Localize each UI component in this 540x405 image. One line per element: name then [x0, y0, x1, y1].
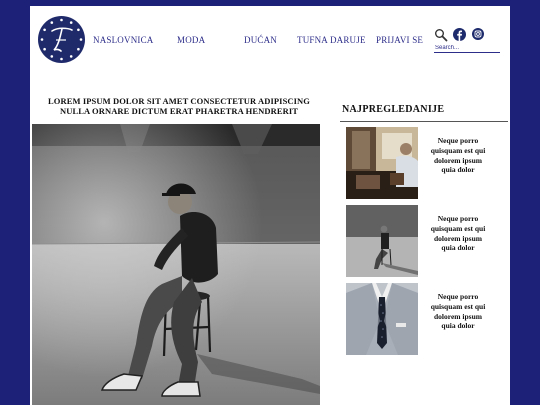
- post-thumb-2[interactable]: [346, 205, 418, 277]
- nav-tufna-daruje[interactable]: TUFNA DARUJE: [297, 35, 366, 45]
- nav-ducan[interactable]: DUĆAN: [244, 35, 277, 45]
- logo[interactable]: [38, 16, 85, 63]
- article-title-line1: LOREM IPSUM DOLOR SIT AMET CONSECTETUR A…: [48, 96, 310, 106]
- sidebar-title: NAJPREGLEDANIJE: [342, 104, 445, 115]
- post-text-1[interactable]: Neque porro quisquam est qui dolorem ips…: [428, 136, 488, 175]
- facebook-icon[interactable]: [453, 28, 466, 41]
- post-thumb-1[interactable]: [346, 127, 418, 199]
- hero-photo: [32, 124, 320, 405]
- post-photo-2: [346, 205, 418, 277]
- post-text-3[interactable]: Neque porro quisquam est qui dolorem ips…: [428, 292, 488, 331]
- search-input[interactable]: [434, 43, 500, 53]
- post-thumb-3[interactable]: [346, 283, 418, 355]
- nav-moda[interactable]: MODA: [177, 35, 205, 45]
- logo-emblem-icon: [39, 17, 84, 62]
- page: NASLOVNICA MODA DUĆAN TUFNA DARUJE PRIJA…: [30, 6, 510, 405]
- search-icon[interactable]: [434, 28, 448, 42]
- nav-prijavi-se[interactable]: PRIJAVI SE: [376, 35, 423, 45]
- hero-image[interactable]: [32, 124, 320, 405]
- post-photo-1: [346, 127, 418, 199]
- post-text-2[interactable]: Neque porro quisquam est qui dolorem ips…: [428, 214, 488, 253]
- nav-naslovnica[interactable]: NASLOVNICA: [93, 35, 154, 45]
- instagram-icon[interactable]: [472, 28, 484, 40]
- article-title[interactable]: LOREM IPSUM DOLOR SIT AMET CONSECTETUR A…: [38, 96, 320, 116]
- article-title-line2: NULLA ORNARE DICTUM ERAT PHARETRA HENDRE…: [60, 106, 298, 116]
- sidebar-divider: [340, 121, 508, 122]
- post-photo-3: [346, 283, 418, 355]
